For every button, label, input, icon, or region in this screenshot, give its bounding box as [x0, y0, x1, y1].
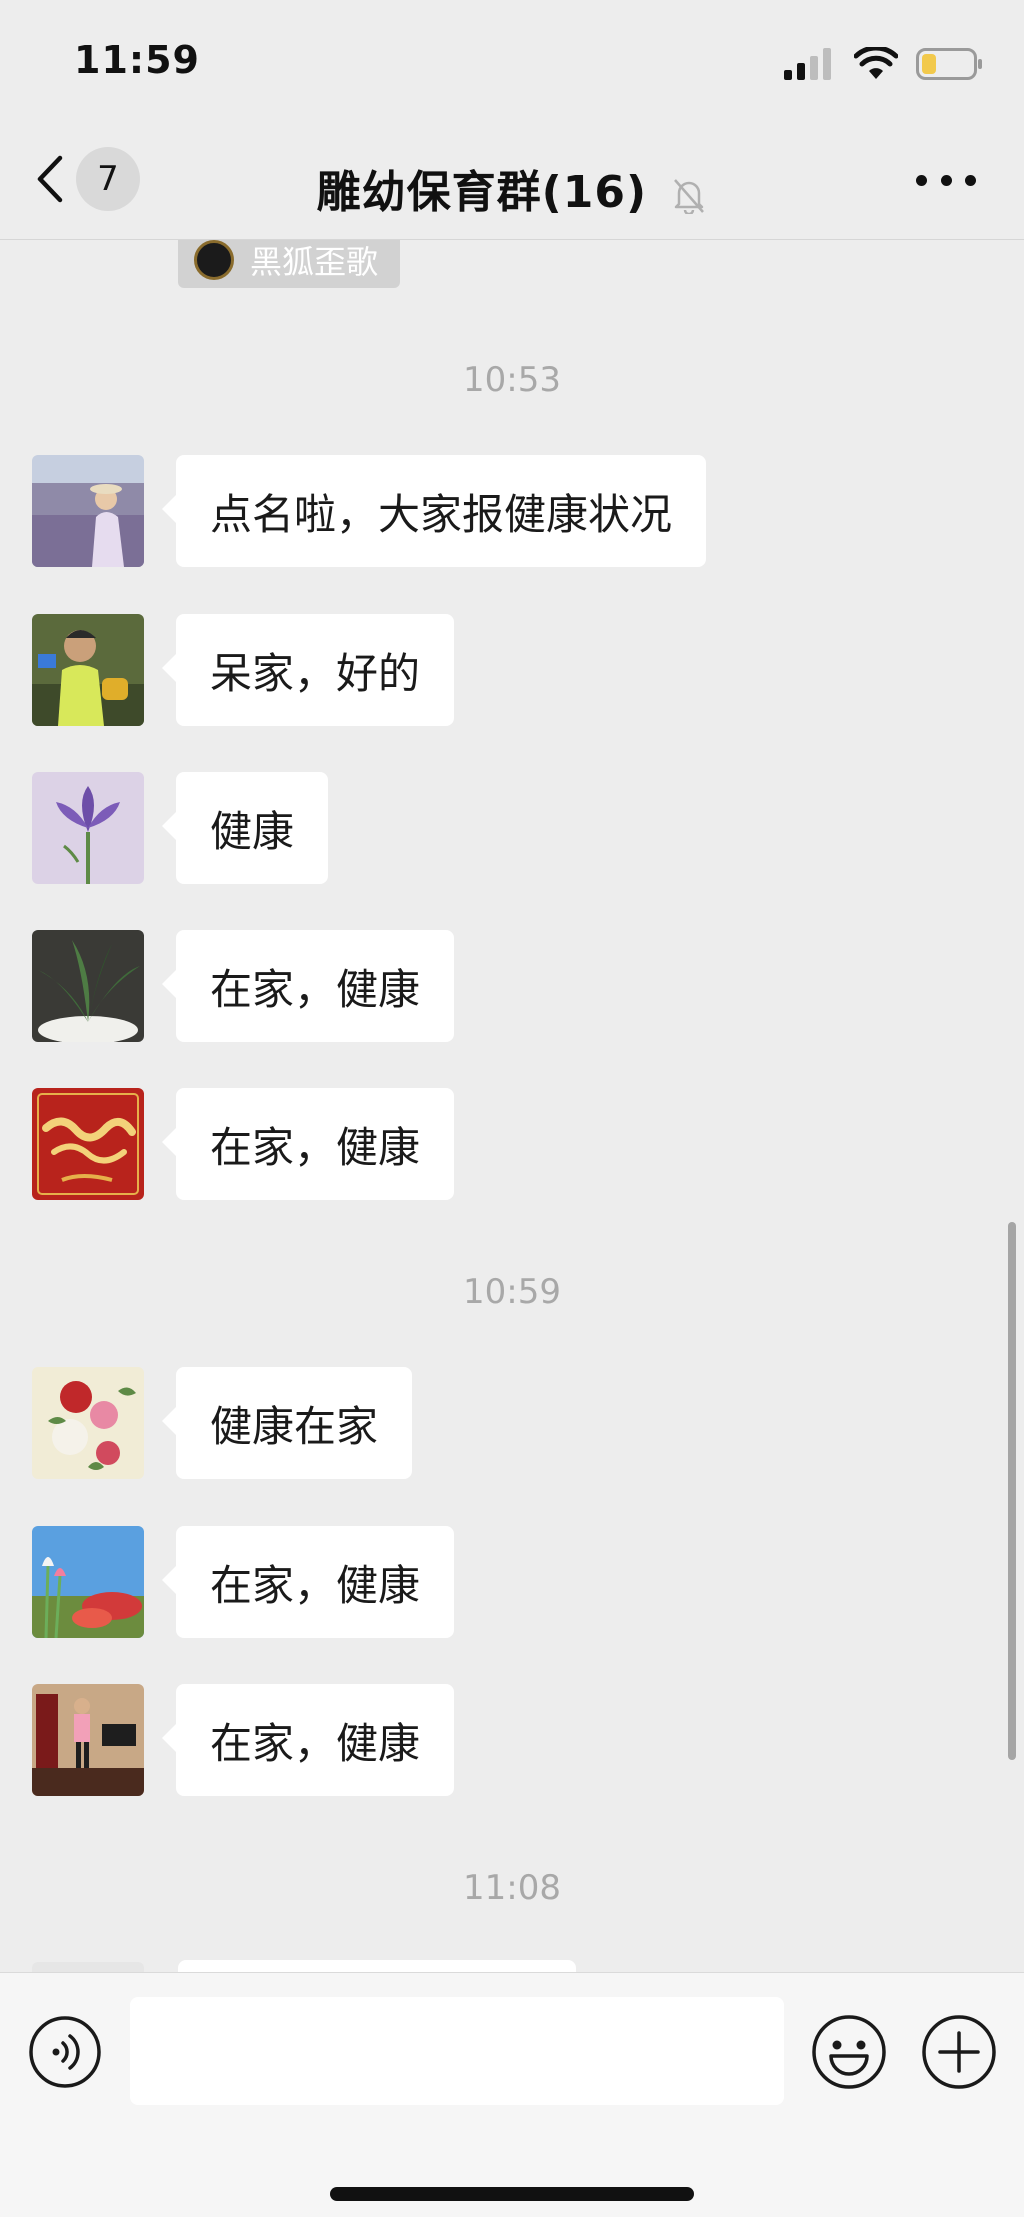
message-bubble[interactable]: 点名啦，大家报健康状况: [161, 455, 707, 567]
wifi-icon: [854, 47, 898, 79]
message-input[interactable]: [130, 1997, 784, 2105]
avatar-new-year-card-icon: [32, 1088, 144, 1200]
message-bubble[interactable]: 在家，健康: [161, 1684, 455, 1796]
chat-title: 雕幼保育群(16): [316, 167, 648, 218]
more-dot-icon: [940, 174, 952, 186]
message-bubble[interactable]: 在家，健康: [161, 930, 455, 1042]
scrollbar[interactable]: [1008, 1222, 1016, 1760]
avatar[interactable]: [32, 614, 144, 726]
avatar[interactable]: [32, 1367, 144, 1479]
avatar-partial: [32, 1962, 144, 1972]
message-bubble[interactable]: 健康: [161, 772, 329, 884]
avatar[interactable]: [32, 1526, 144, 1638]
message-row: 呆家，好的: [32, 614, 455, 726]
message-row: 健康: [32, 772, 329, 884]
avatar-boy-playing-icon: [32, 614, 144, 726]
plus-icon: [922, 2015, 996, 2089]
status-time: 11:59: [74, 38, 200, 82]
avatar[interactable]: [32, 1684, 144, 1796]
timestamp: 10:53: [463, 360, 561, 400]
avatar-potted-plant-icon: [32, 930, 144, 1042]
avatar[interactable]: [32, 772, 144, 884]
forward-avatar: [194, 240, 234, 280]
message-bubble-partial: [178, 1960, 576, 1972]
input-bar: [0, 1972, 1024, 2217]
chat-header: 7 雕幼保育群(16): [0, 118, 1024, 240]
more-options-button[interactable]: [916, 170, 976, 190]
muted-bell-icon: [674, 179, 705, 214]
avatar-tulips-sky-icon: [32, 1526, 144, 1638]
message-row: 在家，健康: [32, 930, 455, 1042]
status-icons: [784, 44, 984, 84]
avatar-lavender-field-icon: [32, 455, 144, 567]
avatar-person-indoors-icon: [32, 1684, 144, 1796]
emoji-button[interactable]: [810, 2013, 888, 2091]
more-dot-icon: [916, 174, 927, 186]
status-bar: 11:59: [0, 0, 1024, 118]
message-row: 在家，健康: [32, 1684, 455, 1796]
battery-icon: [916, 48, 982, 80]
forwarded-card-chip[interactable]: 黑狐歪歌: [178, 240, 400, 288]
message-bubble[interactable]: 呆家，好的: [161, 614, 455, 726]
home-indicator[interactable]: [330, 2187, 694, 2201]
message-row: 在家，健康: [32, 1088, 455, 1200]
message-bubble[interactable]: 在家，健康: [161, 1526, 455, 1638]
timestamp: 11:08: [463, 1868, 561, 1908]
voice-icon: [29, 2016, 101, 2088]
timestamp: 10:59: [463, 1272, 561, 1312]
avatar[interactable]: [32, 1088, 144, 1200]
emoji-icon: [812, 2015, 886, 2089]
voice-input-button[interactable]: [28, 2015, 102, 2089]
message-row: 点名啦，大家报健康状况: [32, 455, 707, 567]
avatar[interactable]: [32, 930, 144, 1042]
avatar-peony-flowers-icon: [32, 1367, 144, 1479]
message-bubble[interactable]: 健康在家: [161, 1367, 413, 1479]
forward-name: 黑狐歪歌: [250, 243, 379, 281]
avatar[interactable]: [32, 455, 144, 567]
more-functions-button[interactable]: [920, 2013, 998, 2091]
signal-icon: [784, 48, 831, 80]
chat-title-wrap: 雕幼保育群(16): [0, 156, 1024, 220]
message-row: 在家，健康: [32, 1526, 455, 1638]
message-bubble[interactable]: 在家，健康: [161, 1088, 455, 1200]
message-list[interactable]: 黑狐歪歌 10:53 点名啦，大家报健康状况 呆家，好的 健康 在家，健康 在家…: [0, 240, 1024, 1972]
message-row: 健康在家: [32, 1367, 413, 1479]
avatar-purple-iris-icon: [32, 772, 144, 884]
more-dot-icon: [965, 174, 976, 186]
